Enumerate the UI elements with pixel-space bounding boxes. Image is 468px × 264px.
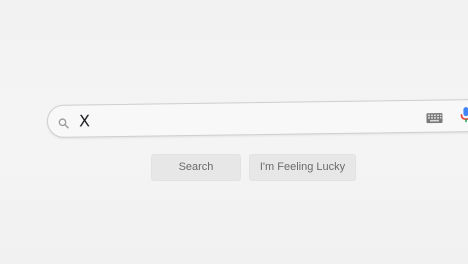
feeling-lucky-button[interactable]: I'm Feeling Lucky bbox=[249, 154, 356, 181]
keyboard-icon[interactable] bbox=[426, 110, 443, 124]
search-input[interactable]: X bbox=[79, 111, 90, 131]
search-icon bbox=[58, 116, 69, 129]
microphone-icon[interactable] bbox=[460, 106, 468, 124]
search-button[interactable]: Search bbox=[151, 154, 241, 181]
search-box[interactable]: X bbox=[46, 98, 468, 138]
